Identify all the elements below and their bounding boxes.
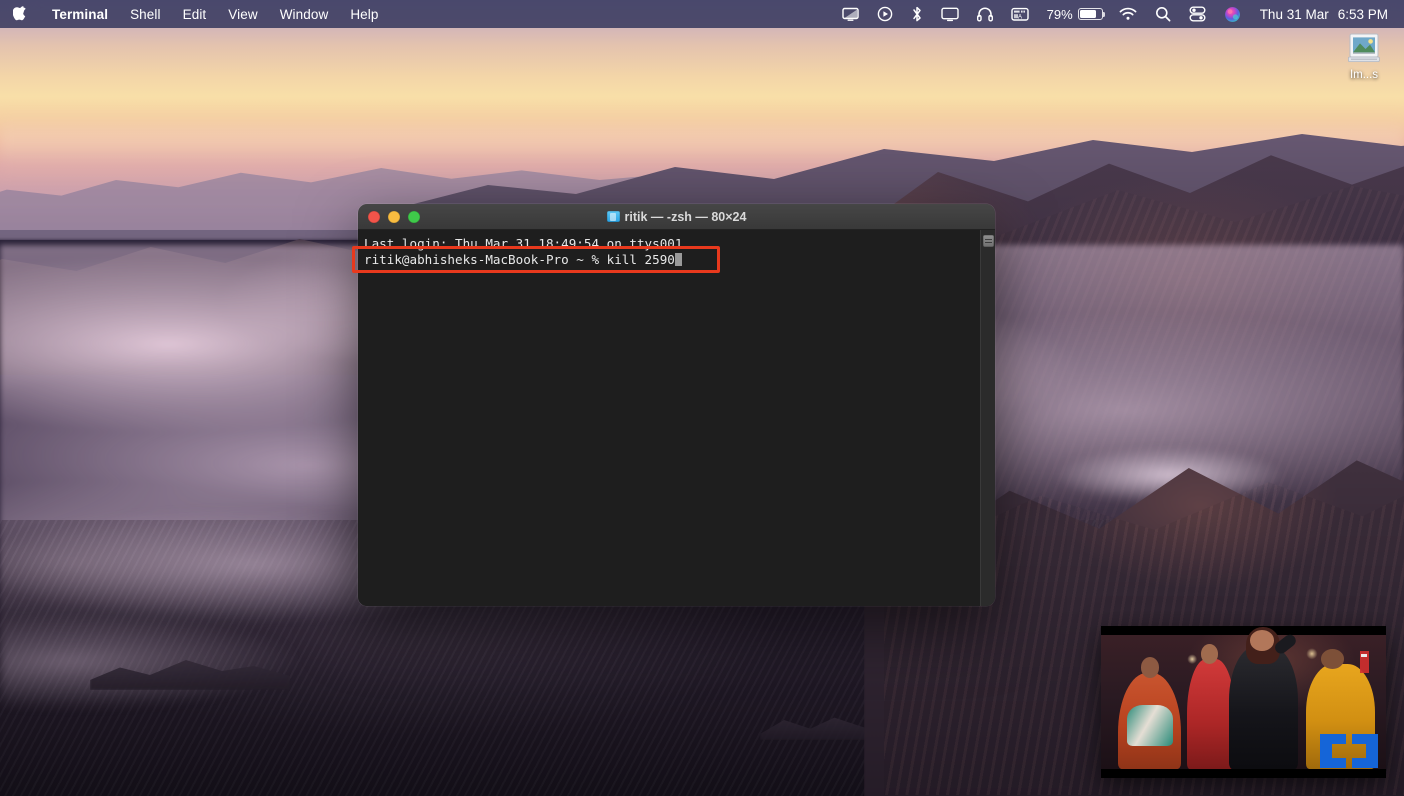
battery-status[interactable]: 79% [1038,7,1110,22]
menu-item-shell[interactable]: Shell [119,0,172,28]
wifi-icon[interactable] [1110,0,1146,28]
video-figure [1229,646,1297,769]
menu-app-title[interactable]: Terminal [41,0,119,28]
terminal-title-bar[interactable]: ritik — -zsh — 80×24 [358,204,995,230]
video-figure-head [1141,657,1160,678]
desktop-icon-label: Im...s [1350,69,1378,81]
terminal-output-line: Last login: Thu Mar 31 18:49:54 on ttys0… [362,236,995,252]
video-figure [1118,673,1181,769]
video-figure-scarf [1127,705,1173,746]
menu-bar: Terminal Shell Edit View Window Help [0,0,1404,28]
video-figure [1187,659,1235,769]
terminal-title: ritik — -zsh — 80×24 [358,210,995,224]
menu-item-window[interactable]: Window [269,0,340,28]
battery-percent-label: 79% [1047,7,1073,22]
vertical-scrollbar[interactable] [980,230,995,606]
desktop-icon-images[interactable]: Im...s [1332,30,1396,81]
terminal-body[interactable]: Last login: Thu Mar 31 18:49:54 on ttys0… [358,230,995,606]
close-window-button[interactable] [368,211,380,223]
video-figure-head [1201,644,1218,664]
keyboard-input-icon[interactable]: A [1002,0,1038,28]
menu-item-view[interactable]: View [217,0,268,28]
scrollbar-thumb[interactable] [983,235,994,247]
battery-icon [1078,8,1103,20]
channel-bug-icon [1360,651,1369,673]
terminal-command-line[interactable]: ritik@abhisheks-MacBook-Pro ~ % kill 259… [362,252,995,268]
picture-in-picture-video[interactable] [1101,626,1386,778]
watermark-logo [1318,732,1380,770]
window-controls [358,211,420,223]
menu-bar-clock[interactable]: Thu 31 Mar 6:53 PM [1250,7,1392,22]
terminal-window[interactable]: ritik — -zsh — 80×24 Last login: Thu Mar… [358,204,995,606]
maximize-window-button[interactable] [408,211,420,223]
images-folder-icon [1344,30,1384,66]
video-figure-head [1250,630,1275,651]
menu-bar-status-items: A 79% [833,0,1404,28]
siri-icon[interactable] [1215,0,1250,28]
bluetooth-icon[interactable] [902,0,932,28]
menu-item-help[interactable]: Help [339,0,389,28]
now-playing-icon[interactable] [868,0,902,28]
clock-date: Thu 31 Mar [1260,7,1329,22]
folder-icon [607,211,620,222]
screen-mirroring-icon[interactable] [932,0,968,28]
apple-logo-icon[interactable] [0,0,41,28]
svg-text:A: A [1018,14,1022,20]
battery-fill [1080,10,1096,17]
control-center-icon[interactable] [1180,0,1215,28]
headphones-icon[interactable] [968,0,1002,28]
terminal-title-text: ritik — -zsh — 80×24 [625,210,747,224]
airplay-display-icon[interactable] [833,0,868,28]
video-figure-head [1321,649,1344,669]
terminal-prompt-and-command: ritik@abhisheks-MacBook-Pro ~ % kill 259… [364,252,675,267]
minimize-window-button[interactable] [388,211,400,223]
menu-item-edit[interactable]: Edit [172,0,218,28]
terminal-cursor [675,253,683,266]
clock-time: 6:53 PM [1338,7,1388,22]
spotlight-search-icon[interactable] [1146,0,1180,28]
menu-bar-app-menus: Terminal Shell Edit View Window Help [0,0,390,28]
